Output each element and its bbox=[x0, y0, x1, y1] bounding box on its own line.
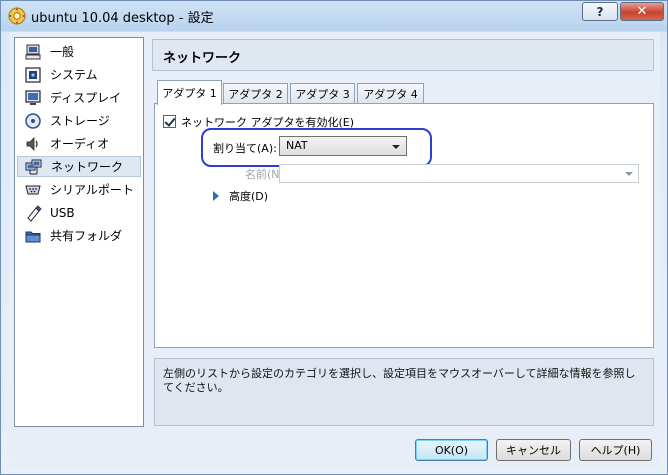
serial-port-icon bbox=[25, 185, 41, 194]
chevron-down-icon bbox=[625, 172, 633, 176]
sidebar-item-label: 共有フォルダ bbox=[50, 229, 123, 243]
attached-to-value: NAT bbox=[286, 139, 308, 152]
description-box: 左側のリストから設定のカテゴリを選択し、設定項目をマウスオーバーして詳細な情報を… bbox=[154, 358, 654, 426]
sidebar-item-general[interactable]: 一般 bbox=[17, 41, 141, 62]
attached-to-select[interactable]: NAT bbox=[279, 136, 407, 156]
speaker-icon bbox=[26, 136, 38, 151]
sidebar-item-network[interactable]: ネットワーク bbox=[17, 156, 141, 177]
section-header: ネットワーク bbox=[152, 39, 654, 71]
cancel-button[interactable]: キャンセル bbox=[496, 439, 571, 461]
category-list[interactable]: 一般 システム ディスプレイ ストレージ オーディオ ネットワーク シリアルポー… bbox=[14, 37, 144, 427]
display-monitor-icon bbox=[25, 89, 41, 105]
advanced-toggle-label[interactable]: 高度(D) bbox=[229, 188, 268, 204]
title-help-button[interactable]: ? bbox=[582, 2, 618, 21]
network-icon bbox=[25, 159, 42, 174]
sidebar-item-serial-port[interactable]: シリアルポート bbox=[17, 179, 141, 200]
sidebar-item-display[interactable]: ディスプレイ bbox=[17, 87, 141, 108]
sidebar-item-label: ネットワーク bbox=[51, 160, 124, 174]
general-icon bbox=[25, 44, 41, 59]
virtualbox-app-icon bbox=[8, 7, 26, 25]
sidebar-item-label: USB bbox=[50, 205, 75, 220]
ok-button[interactable]: OK(O) bbox=[415, 439, 488, 461]
sidebar-item-storage[interactable]: ストレージ bbox=[17, 110, 141, 131]
chevron-down-icon bbox=[392, 145, 400, 149]
usb-pen-icon bbox=[27, 204, 42, 222]
window-title: ubuntu 10.04 desktop - 設定 bbox=[31, 11, 214, 26]
sidebar-item-audio[interactable]: オーディオ bbox=[17, 133, 141, 154]
sidebar-item-label: オーディオ bbox=[50, 137, 110, 151]
sidebar-item-label: ストレージ bbox=[50, 114, 110, 128]
help-button[interactable]: ヘルプ(H) bbox=[579, 439, 652, 461]
tab-adapter-4[interactable]: アダプタ 4 bbox=[357, 83, 424, 103]
page-title: ネットワーク bbox=[163, 51, 242, 66]
shared-folder-icon bbox=[25, 231, 41, 242]
sidebar-item-label: システム bbox=[50, 68, 98, 82]
tab-adapter-1[interactable]: アダプタ 1 bbox=[157, 80, 222, 105]
settings-dialog: ubuntu 10.04 desktop - 設定 ? ✕ 一般 システム ディ… bbox=[0, 0, 668, 475]
sidebar-item-label: シリアルポート bbox=[50, 183, 134, 197]
description-text: 左側のリストから設定のカテゴリを選択し、設定項目をマウスオーバーして詳細な情報を… bbox=[163, 367, 636, 394]
expand-arrow-icon[interactable] bbox=[213, 191, 219, 201]
sidebar-item-shared-folders[interactable]: 共有フォルダ bbox=[17, 225, 141, 246]
sidebar-item-system[interactable]: システム bbox=[17, 64, 141, 85]
sidebar-item-label: 一般 bbox=[50, 45, 75, 59]
tab-adapter-3[interactable]: アダプタ 3 bbox=[290, 83, 355, 103]
system-chip-icon bbox=[25, 66, 41, 83]
sidebar-item-usb[interactable]: USB bbox=[17, 202, 141, 223]
enable-adapter-checkbox[interactable] bbox=[163, 115, 176, 128]
close-button[interactable]: ✕ bbox=[620, 2, 664, 21]
title-bar[interactable]: ubuntu 10.04 desktop - 設定 ? ✕ bbox=[1, 1, 667, 31]
attached-to-label: 割り当て(A): bbox=[213, 142, 277, 155]
tab-adapter-2[interactable]: アダプタ 2 bbox=[223, 83, 288, 103]
storage-disk-icon bbox=[25, 112, 41, 129]
sidebar-item-label: ディスプレイ bbox=[50, 91, 122, 105]
name-combo[interactable] bbox=[279, 164, 639, 183]
